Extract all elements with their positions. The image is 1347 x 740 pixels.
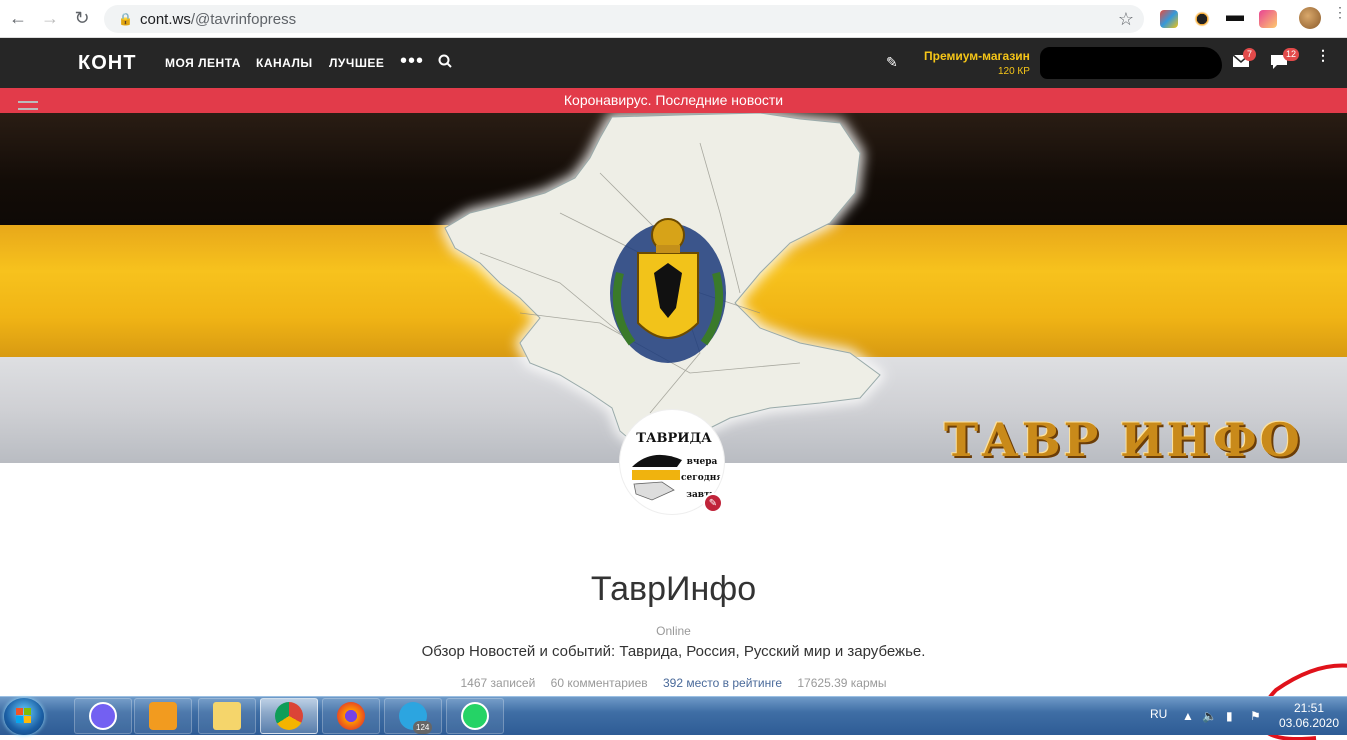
- avatar-line-2: вчера: [687, 457, 718, 467]
- media-player-icon: [149, 702, 177, 730]
- address-bar[interactable]: 🔒 cont.ws/@tavrinfopress ☆: [104, 5, 1144, 33]
- taskbar-viber[interactable]: [74, 698, 132, 734]
- windows-taskbar: 124 RU ▲ 🔈 ▮ ⚑ 21:51 03.06.2020: [0, 696, 1347, 735]
- back-arrow-icon[interactable]: ←: [4, 5, 32, 33]
- nav-my-feed[interactable]: МОЯ ЛЕНТА: [165, 56, 241, 70]
- url-host: cont.ws: [140, 10, 191, 28]
- nav-channels[interactable]: КАНАЛЫ: [256, 56, 313, 70]
- posts-count[interactable]: 1467 записей: [461, 676, 536, 690]
- edit-avatar-icon[interactable]: ✎: [703, 493, 723, 513]
- browser-toolbar: ← → ↻ 🔒 cont.ws/@tavrinfopress ☆ ⋮: [0, 0, 1347, 38]
- bookmark-star-icon[interactable]: ☆: [1118, 9, 1134, 30]
- mail-badge: 7: [1243, 48, 1256, 61]
- site-menu-icon[interactable]: ⋮: [1316, 48, 1330, 62]
- whatsapp-icon: [461, 702, 489, 730]
- start-button[interactable]: [4, 698, 44, 735]
- clock-time: 21:51: [1293, 701, 1325, 715]
- browser-menu-icon[interactable]: ⋮: [1333, 5, 1347, 19]
- karma-value: 17625.39 кармы: [797, 676, 887, 690]
- site-header: КОНТ МОЯ ЛЕНТА КАНАЛЫ ЛУЧШЕЕ ••• ✎ Преми…: [0, 38, 1347, 88]
- premium-label: Премиум-магазин: [924, 49, 1030, 63]
- taskbar-media-player[interactable]: [134, 698, 192, 734]
- volume-icon[interactable]: 🔈: [1202, 709, 1217, 723]
- taskbar-whatsapp[interactable]: [446, 698, 504, 734]
- taskbar-chrome[interactable]: [260, 698, 318, 734]
- channel-description: Обзор Новостей и событий: Таврида, Росси…: [421, 643, 926, 660]
- avatar-line-1: ТАВРИДА: [636, 431, 712, 446]
- telegram-badge: 124: [413, 721, 433, 734]
- taskbar-telegram[interactable]: 124: [384, 698, 442, 734]
- lock-icon: 🔒: [118, 12, 133, 26]
- rating-rank[interactable]: 392 место в рейтинге: [663, 676, 782, 690]
- taskbar-explorer[interactable]: [198, 698, 256, 734]
- announcement-bar[interactable]: Коронавирус. Последние новости: [0, 88, 1347, 113]
- chat-badge: 12: [1283, 48, 1300, 61]
- action-center-flag-icon[interactable]: ⚑: [1250, 709, 1261, 723]
- channel-stats: 1467 записей 60 комментариев 392 место в…: [0, 676, 1347, 690]
- tray-expand-icon[interactable]: ▲: [1182, 709, 1194, 723]
- channel-name: ТаврИнфо: [590, 570, 757, 608]
- extension-icon[interactable]: [1193, 10, 1211, 28]
- premium-balance: 120 КР: [997, 66, 1030, 77]
- premium-shop-link[interactable]: Премиум-магазин 120 КР: [924, 49, 1030, 77]
- site-logo[interactable]: КОНТ: [78, 52, 136, 75]
- extension-icon[interactable]: [1160, 10, 1178, 28]
- folder-icon: [213, 702, 241, 730]
- reload-icon[interactable]: ↻: [68, 5, 96, 33]
- cover-title-text: ТАВР ИНФО: [944, 413, 1303, 463]
- search-icon[interactable]: [438, 54, 452, 68]
- extension-icon[interactable]: [1259, 10, 1277, 28]
- more-menu-icon[interactable]: •••: [400, 50, 424, 73]
- clock-date: 03.06.2020: [1278, 716, 1340, 730]
- extension-icon[interactable]: [1226, 10, 1244, 28]
- firefox-icon: [337, 702, 365, 730]
- forward-arrow-icon[interactable]: →: [36, 5, 64, 33]
- language-indicator[interactable]: RU: [1150, 707, 1167, 721]
- viber-icon: [89, 702, 117, 730]
- comments-count[interactable]: 60 комментариев: [551, 676, 648, 690]
- taskbar-firefox[interactable]: [322, 698, 380, 734]
- power-icon[interactable]: ▮: [1226, 709, 1233, 723]
- nav-best[interactable]: ЛУЧШЕЕ: [329, 56, 384, 70]
- system-clock[interactable]: 21:51 03.06.2020: [1278, 701, 1340, 731]
- avatar-line-3: сегодня: [681, 473, 723, 483]
- pencil-icon[interactable]: ✎: [886, 54, 898, 71]
- chrome-icon: [275, 702, 303, 730]
- url-path: /@tavrinfopress: [190, 10, 297, 28]
- profile-avatar[interactable]: [1299, 7, 1321, 29]
- redacted-username: [1040, 47, 1222, 79]
- windows-logo-icon: [16, 708, 31, 723]
- online-status: Online: [656, 624, 691, 638]
